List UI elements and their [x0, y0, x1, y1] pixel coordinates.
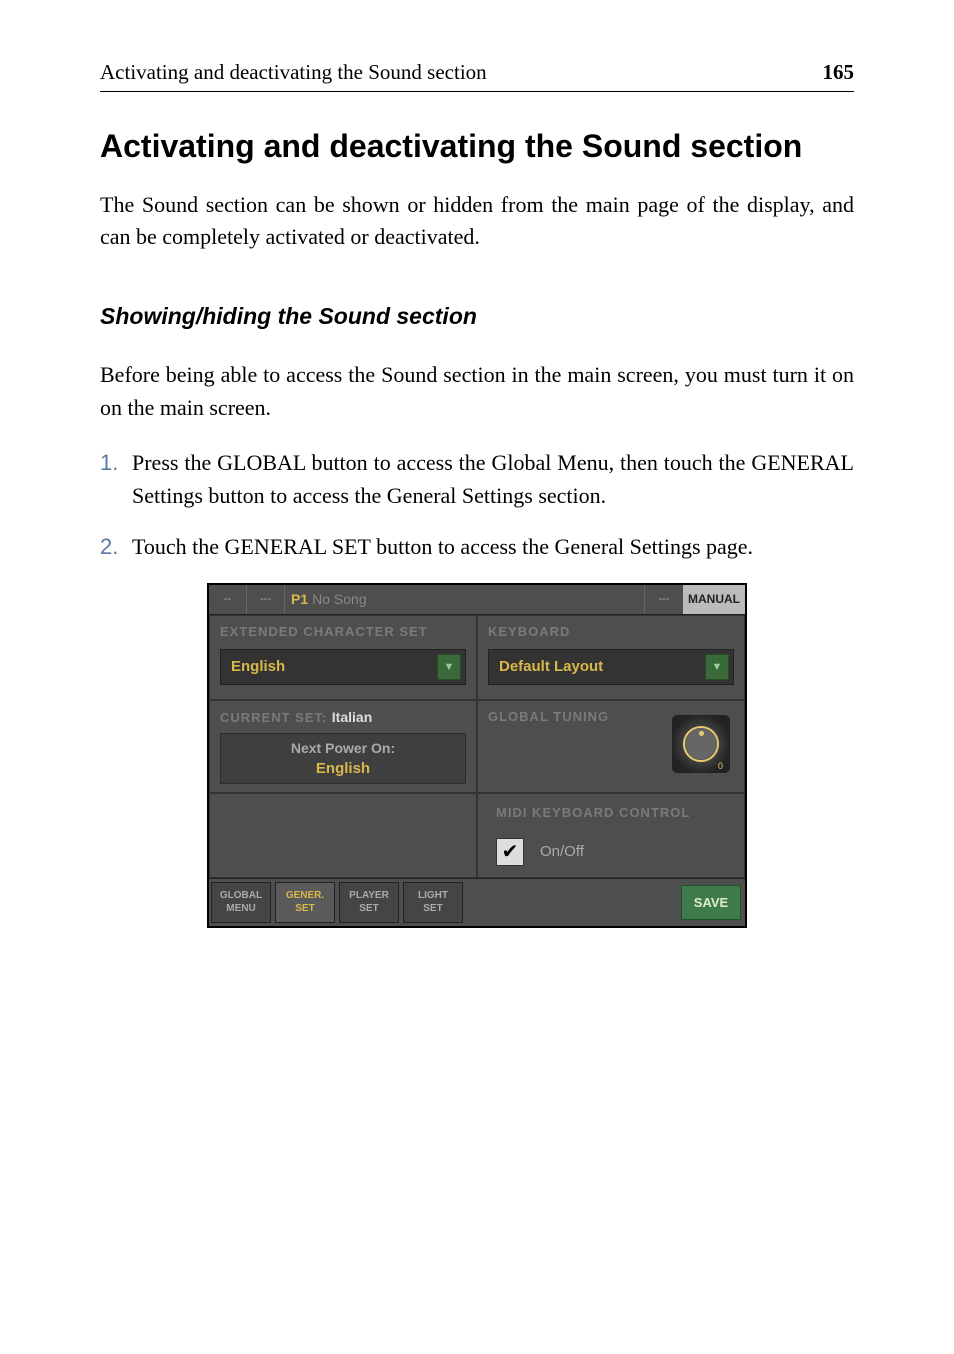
- keyboard-panel: KEYBOARD Default Layout ▼: [477, 615, 745, 700]
- btn-line1: GLOBAL: [220, 889, 262, 902]
- knob-icon: [683, 726, 719, 762]
- subsection-heading: Showing/hiding the Sound section: [100, 303, 854, 330]
- global-menu-button[interactable]: GLOBAL MENU: [211, 882, 271, 923]
- page-number: 165: [823, 60, 855, 85]
- chevron-down-icon[interactable]: ▼: [437, 654, 461, 680]
- btn-line2: SET: [423, 902, 442, 915]
- current-set-value: Italian: [332, 709, 372, 725]
- next-power-value: English: [227, 760, 459, 777]
- current-set-panel: CURRENT SET: Italian Next Power On: Engl…: [209, 700, 477, 793]
- light-set-button[interactable]: LIGHT SET: [403, 882, 463, 923]
- midi-keyboard-panel: MIDI KEYBOARD CONTROL ✔ On/Off: [477, 793, 745, 878]
- step-2: 2. Touch the GENERAL SET button to acces…: [100, 530, 854, 563]
- global-tuning-panel: GLOBAL TUNING 0: [477, 700, 745, 793]
- step-number: 2.: [100, 530, 132, 563]
- extended-charset-panel: EXTENDED CHARACTER SET English ▼: [209, 615, 477, 700]
- save-button[interactable]: SAVE: [681, 885, 741, 920]
- charset-dropdown[interactable]: English ▼: [220, 649, 466, 685]
- btn-line1: PLAYER: [349, 889, 389, 902]
- btn-line2: SET: [295, 902, 314, 915]
- topbar-song: P1 No Song: [285, 585, 645, 614]
- general-set-button[interactable]: GENER. SET: [275, 882, 335, 923]
- empty-panel: [209, 793, 477, 878]
- tuning-knob[interactable]: 0: [672, 715, 730, 773]
- knob-zero-label: 0: [718, 761, 723, 771]
- btn-line1: GENER.: [286, 889, 324, 902]
- step-number: 1.: [100, 446, 132, 512]
- intro-paragraph: The Sound section can be shown or hidden…: [100, 189, 854, 253]
- device-screenshot: -- --- P1 No Song --- MANUAL EXTENDED CH…: [207, 583, 747, 928]
- btn-line2: SET: [359, 902, 378, 915]
- toolbar-spacer: [465, 879, 677, 926]
- page-header: Activating and deactivating the Sound se…: [100, 60, 854, 92]
- topbar-field-2: ---: [247, 585, 285, 614]
- topbar: -- --- P1 No Song --- MANUAL: [209, 585, 745, 615]
- song-name: No Song: [312, 591, 366, 607]
- step-text: Press the GLOBAL button to access the Gl…: [132, 446, 854, 512]
- panel-label-row: CURRENT SET: Italian: [220, 709, 466, 727]
- next-power-label: Next Power On:: [227, 740, 459, 756]
- knob-indicator: [699, 731, 704, 736]
- topbar-field-4: ---: [645, 585, 683, 614]
- panel-label: CURRENT SET:: [220, 710, 327, 725]
- chevron-down-icon[interactable]: ▼: [705, 654, 729, 680]
- btn-line2: MENU: [226, 902, 255, 915]
- keyboard-dropdown[interactable]: Default Layout ▼: [488, 649, 734, 685]
- bottom-toolbar: GLOBAL MENU GENER. SET PLAYER SET LIGHT …: [209, 878, 745, 926]
- panel-label: EXTENDED CHARACTER SET: [220, 624, 466, 639]
- topbar-field-1: --: [209, 585, 247, 614]
- btn-line1: LIGHT: [418, 889, 448, 902]
- player-set-button[interactable]: PLAYER SET: [339, 882, 399, 923]
- player-number: P1: [291, 591, 308, 607]
- next-power-on-box: Next Power On: English: [220, 733, 466, 784]
- dropdown-value: Default Layout: [499, 658, 705, 675]
- manual-button[interactable]: MANUAL: [683, 585, 745, 614]
- dropdown-value: English: [231, 658, 437, 675]
- settings-grid: EXTENDED CHARACTER SET English ▼ KEYBOAR…: [209, 615, 745, 878]
- main-title: Activating and deactivating the Sound se…: [100, 128, 854, 165]
- header-section-title: Activating and deactivating the Sound se…: [100, 60, 487, 85]
- onoff-label: On/Off: [540, 843, 584, 860]
- panel-label: KEYBOARD: [488, 624, 734, 639]
- step-text: Touch the GENERAL SET button to access t…: [132, 530, 854, 563]
- panel-label: MIDI KEYBOARD CONTROL: [496, 805, 734, 820]
- before-paragraph: Before being able to access the Sound se…: [100, 358, 854, 424]
- step-1: 1. Press the GLOBAL button to access the…: [100, 446, 854, 512]
- midi-onoff-checkbox[interactable]: ✔: [496, 838, 524, 866]
